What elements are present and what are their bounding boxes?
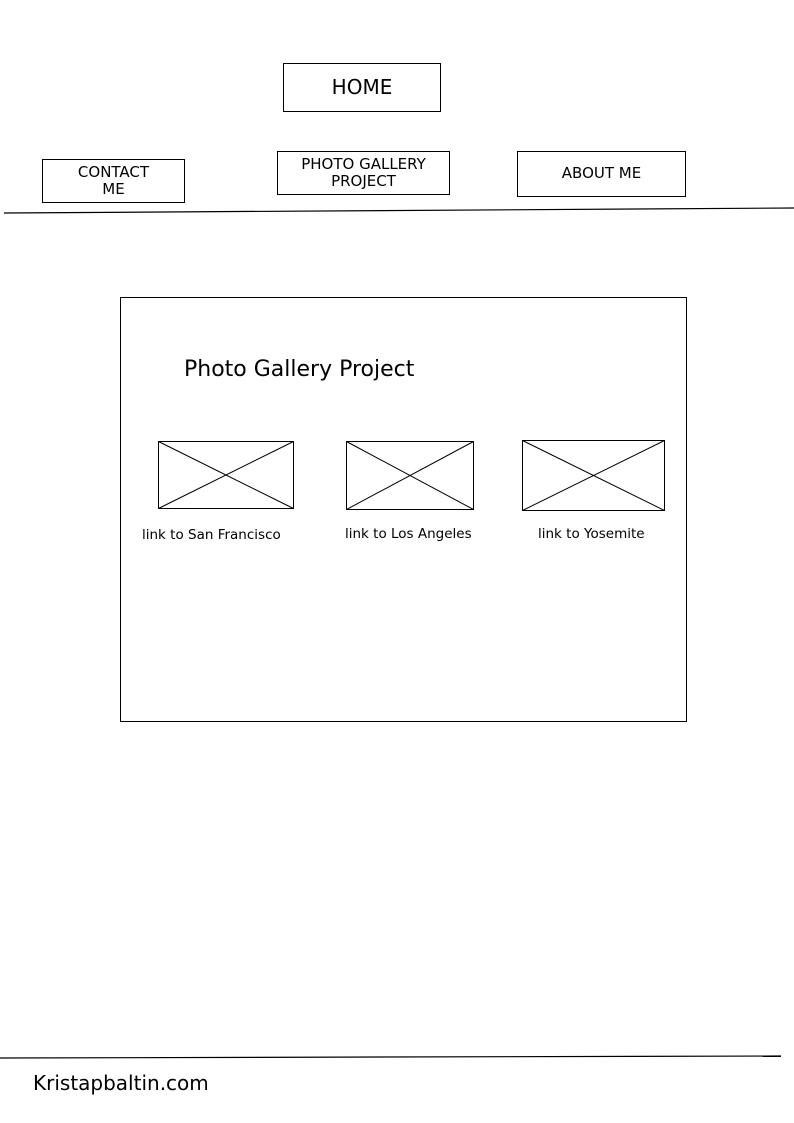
link-san-francisco[interactable]: link to San Francisco xyxy=(142,527,281,543)
header-divider xyxy=(3,207,794,214)
footer-domain-text: Kristapbaltin.com xyxy=(33,1071,209,1095)
footer-divider xyxy=(0,1055,782,1059)
image-placeholder-icon[interactable] xyxy=(522,440,665,511)
contact-me-button[interactable]: CONTACT ME xyxy=(42,159,185,203)
link-yosemite[interactable]: link to Yosemite xyxy=(538,526,645,542)
image-placeholder-icon[interactable] xyxy=(346,441,474,510)
image-placeholder-icon[interactable] xyxy=(158,441,294,509)
page-title: Photo Gallery Project xyxy=(184,357,415,382)
photo-gallery-project-button[interactable]: PHOTO GALLERY PROJECT xyxy=(277,151,450,195)
link-los-angeles[interactable]: link to Los Angeles xyxy=(345,526,472,542)
home-button[interactable]: HOME xyxy=(283,63,441,112)
about-me-button[interactable]: ABOUT ME xyxy=(517,151,686,197)
